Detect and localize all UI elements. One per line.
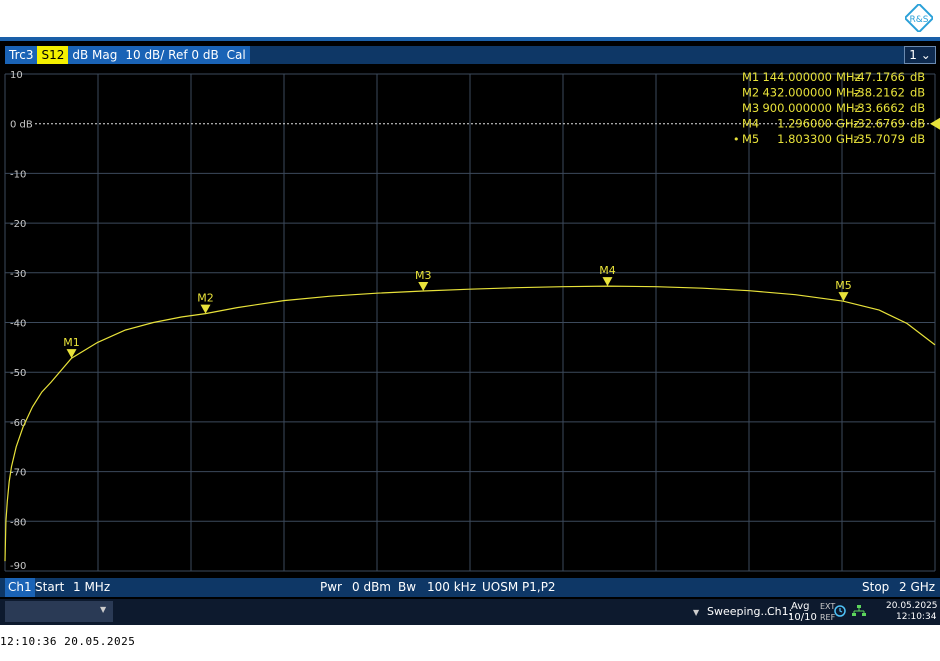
marker-table-value: -35.7079 bbox=[853, 132, 905, 146]
trace-scale[interactable]: 10 dB/ Ref 0 dB bbox=[121, 46, 223, 64]
y-tick-labels: 10 0 dB -10 -20 -30 -40 -50 -60 -70 -80 -90 bbox=[10, 70, 33, 572]
status-time: 12:10:34 bbox=[896, 612, 937, 622]
y-tick-label: 0 dB bbox=[10, 120, 33, 131]
marker-table-label: M4 bbox=[742, 117, 759, 131]
power-value[interactable]: 0 dBm bbox=[352, 578, 391, 597]
stop-value[interactable]: 2 GHz bbox=[899, 578, 935, 597]
y-tick-label: 10 bbox=[10, 70, 23, 81]
rs-logo-icon: R&S bbox=[905, 4, 933, 32]
y-tick-label: -50 bbox=[10, 368, 26, 379]
y-tick-label: -60 bbox=[10, 418, 26, 429]
marker-table-freq: 1.296000 bbox=[777, 117, 832, 131]
status-bar: ▼ ▼ Sweeping... Ch1: Avg 10/10 EXT REF 2… bbox=[0, 599, 940, 625]
y-tick-label: -20 bbox=[10, 219, 26, 230]
marker-table-freq: 900.000000 bbox=[762, 101, 832, 115]
marker-m3-label: M3 bbox=[415, 269, 432, 282]
trace-bar-fill bbox=[240, 46, 904, 64]
y-tick-label: -10 bbox=[10, 169, 26, 180]
marker-m1-triangle bbox=[66, 349, 77, 359]
marker-table-value: -47.1766 bbox=[853, 70, 905, 84]
marker-m4-label: M4 bbox=[599, 264, 616, 277]
port-config[interactable]: UOSM P1,P2 bbox=[482, 578, 556, 597]
stop-label: Stop bbox=[862, 580, 890, 594]
marker-m2-triangle bbox=[200, 304, 211, 314]
marker-m2-label: M2 bbox=[197, 292, 214, 305]
marker-table-freq: 144.000000 bbox=[762, 70, 832, 84]
screenshot-timestamp: 12:10:36 20.05.2025 bbox=[0, 635, 136, 648]
channel-select[interactable]: 1 ⌄ bbox=[904, 46, 936, 64]
start-value[interactable]: 1 MHz bbox=[73, 578, 110, 597]
y-tick-label: -90 bbox=[10, 561, 26, 572]
marker-table: M1 144.000000 MHz-47.1766 dBM2 432.000000 MHz… bbox=[733, 70, 925, 146]
plot-area[interactable]: 100 dB-10-20-30-40-50-60-70-80-90 M1M2M3… bbox=[0, 66, 940, 577]
trace-format[interactable]: dB Mag bbox=[68, 46, 122, 64]
channel-label[interactable]: Ch1 bbox=[5, 578, 35, 597]
markers: M1 M2 M3 M4 M5 bbox=[63, 264, 852, 359]
channel-info-bar: Ch1 Start 1 MHz Pwr 0 dBm Bw 100 kHz UOS… bbox=[0, 578, 940, 597]
start-label: Start bbox=[35, 580, 65, 594]
sweep-status: Sweeping... bbox=[707, 605, 771, 618]
marker-table-db: dB bbox=[910, 70, 925, 84]
marker-table-label: M2 bbox=[742, 86, 759, 100]
svg-text:R&S: R&S bbox=[910, 15, 929, 25]
status-date: 20.05.2025 bbox=[886, 601, 938, 611]
y-tick-label: -40 bbox=[10, 319, 26, 330]
marker-m5-label: M5 bbox=[835, 279, 852, 292]
frame-top-border bbox=[0, 37, 940, 41]
trace-name[interactable]: Trc3 bbox=[5, 46, 38, 64]
marker-table-freq: 432.000000 bbox=[762, 86, 832, 100]
bandwidth-value[interactable]: 100 kHz bbox=[427, 578, 476, 597]
y-tick-label: -30 bbox=[10, 269, 26, 280]
caret-down-icon: ▼ bbox=[693, 608, 700, 617]
channel-select-value: 1 bbox=[909, 48, 917, 62]
caret-down-icon: ▼ bbox=[100, 605, 107, 614]
marker-table-freq: 1.803300 bbox=[777, 132, 832, 146]
bandwidth-label: Bw bbox=[398, 580, 417, 594]
trace-cal[interactable]: Cal bbox=[222, 46, 250, 64]
marker-table-db: dB bbox=[910, 101, 925, 115]
marker-m3-triangle bbox=[418, 282, 429, 292]
marker-table-label: M1 bbox=[742, 70, 759, 84]
avg-value: 10/10 bbox=[788, 612, 817, 623]
marker-table-value: -33.6662 bbox=[853, 101, 905, 115]
chevron-down-icon: ⌄ bbox=[916, 48, 931, 62]
active-marker-dot: • bbox=[733, 133, 740, 146]
marker-m4-triangle bbox=[602, 277, 613, 287]
marker-table-db: dB bbox=[910, 86, 925, 100]
power-label: Pwr bbox=[320, 580, 342, 594]
marker-table-value: -38.2162 bbox=[853, 86, 905, 100]
marker-table-value: -32.6769 bbox=[853, 117, 905, 131]
network-icon bbox=[852, 605, 866, 616]
marker-table-label: M3 bbox=[742, 101, 759, 115]
ext-ref-icon bbox=[834, 605, 846, 617]
marker-table-label: M5 bbox=[742, 132, 759, 146]
avg-label: Avg bbox=[791, 601, 810, 612]
trace-info-bar: Trc3 S12 dB Mag 10 dB/ Ref 0 dB Cal bbox=[5, 46, 250, 64]
marker-table-db: dB bbox=[910, 132, 925, 146]
grid bbox=[4, 73, 936, 572]
y-tick-label: -80 bbox=[10, 517, 26, 528]
status-dropdown[interactable] bbox=[5, 601, 113, 622]
y-tick-label: -70 bbox=[10, 468, 26, 479]
marker-m1-label: M1 bbox=[63, 336, 80, 349]
trace-parameter[interactable]: S12 bbox=[37, 46, 69, 64]
marker-table-db: dB bbox=[910, 117, 925, 131]
marker-m5-triangle bbox=[838, 292, 849, 302]
